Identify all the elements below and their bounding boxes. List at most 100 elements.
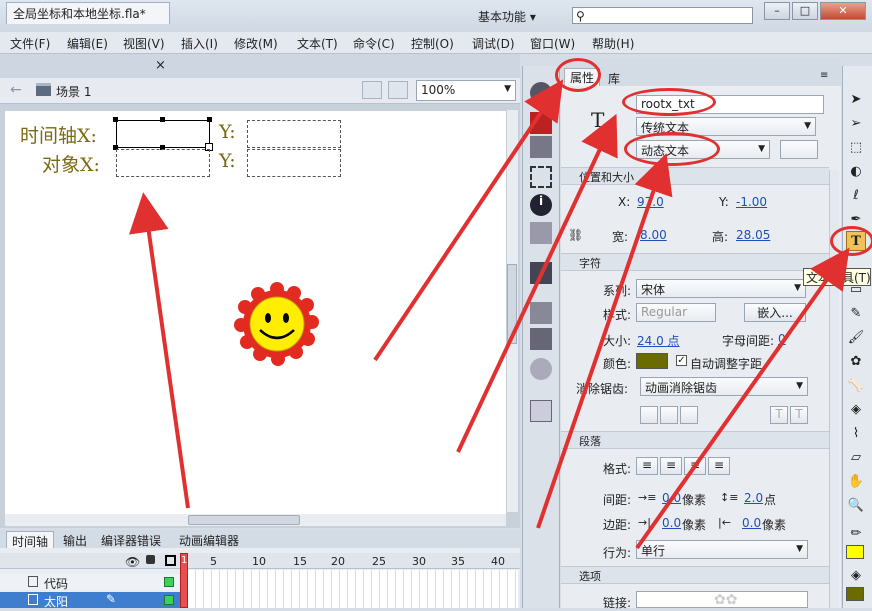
section-options[interactable]: 选项 (561, 566, 829, 584)
indent-value[interactable]: 0.0 (662, 491, 681, 505)
html-render-icon[interactable] (660, 406, 678, 424)
motion-presets-icon[interactable] (530, 358, 552, 380)
rooty-textfield[interactable] (247, 120, 341, 148)
layer-color-swatch[interactable] (164, 595, 174, 605)
border-icon[interactable] (680, 406, 698, 424)
scene-panel-icon[interactable] (530, 400, 552, 422)
font-family-select[interactable]: 宋体 ▼ (636, 279, 806, 298)
deco-tool-icon[interactable]: ✿ (846, 352, 866, 372)
lock-icon[interactable] (146, 555, 155, 564)
actions-icon[interactable] (530, 262, 552, 284)
subscript-icon[interactable]: T (790, 406, 808, 424)
orientation-select[interactable] (780, 140, 818, 159)
brush-tool-icon[interactable]: 🖌 (846, 328, 866, 348)
layer-color-swatch[interactable] (164, 577, 174, 587)
outline-icon[interactable] (165, 555, 176, 566)
menu-modify[interactable]: 修改(M) (234, 35, 278, 52)
maximize-button[interactable]: □ (792, 2, 818, 20)
edit-scene-icon[interactable] (362, 81, 382, 99)
tab-motion-editor[interactable]: 动画编辑器 (174, 531, 244, 548)
menu-commands[interactable]: 命令(C) (353, 35, 395, 52)
panel-menu-icon[interactable]: ≡ (820, 70, 828, 81)
section-character[interactable]: 字符 (561, 253, 829, 271)
section-position-size[interactable]: 位置和大小 (561, 167, 829, 185)
line-spacing-value[interactable]: 2.0 (744, 491, 763, 505)
letter-spacing-value[interactable]: 0 (778, 332, 786, 346)
height-value[interactable]: 28.05 (736, 228, 770, 242)
code-snippets-icon[interactable] (530, 302, 552, 324)
layer-name-sun[interactable]: 太阳 (44, 593, 68, 610)
menu-text[interactable]: 文本(T) (297, 35, 338, 52)
font-size-value[interactable]: 24.0 点 (637, 332, 680, 349)
layer-row[interactable] (0, 574, 180, 590)
bone-tool-icon[interactable]: 🦴 (846, 376, 866, 396)
menu-edit[interactable]: 编辑(E) (67, 35, 108, 52)
search-input[interactable]: ⚲ (572, 7, 753, 24)
justify-icon[interactable]: ≡ (708, 457, 730, 475)
selection-handle[interactable] (160, 117, 165, 122)
section-paragraph[interactable]: 段落 (561, 431, 829, 449)
stroke-color-swatch[interactable] (846, 545, 864, 559)
pencil-tool-icon[interactable]: ✎ (846, 304, 866, 324)
align-left-icon[interactable]: ≡ (636, 457, 658, 475)
align-right-icon[interactable]: ≡ (684, 457, 706, 475)
transform-icon[interactable] (530, 166, 552, 188)
eye-icon[interactable]: 👁 (125, 555, 140, 569)
swatches-icon[interactable] (530, 112, 552, 134)
align-icon[interactable] (530, 136, 552, 158)
horizontal-scroll-thumb[interactable] (188, 515, 300, 525)
tab-compiler-errors[interactable]: 编译器错误 (96, 531, 166, 548)
selection-handle[interactable] (207, 117, 212, 122)
zoom-tool-icon[interactable]: 🔍 (846, 496, 866, 516)
subselection-tool-icon[interactable]: ➢ (846, 114, 866, 134)
layer-row-selected[interactable] (0, 592, 180, 608)
vertical-scroll-thumb[interactable] (507, 264, 517, 344)
workspace-switcher[interactable]: 基本功能 ▾ (478, 8, 536, 25)
frame-grid[interactable] (188, 570, 518, 608)
history-icon[interactable] (530, 222, 552, 244)
eraser-tool-icon[interactable]: ▱ (846, 448, 866, 468)
width-value[interactable]: 8.00 (640, 228, 667, 242)
zoom-select[interactable]: 100% ▼ (416, 80, 516, 101)
autokern-checkbox[interactable]: ✓ (676, 355, 687, 366)
anti-alias-select[interactable]: 动画消除锯齿 ▼ (640, 377, 808, 396)
stroke-color-icon[interactable]: ✏ (846, 524, 866, 544)
edit-symbol-icon[interactable] (388, 81, 408, 99)
rootx-textfield-selected[interactable] (116, 120, 210, 148)
menu-view[interactable]: 视图(V) (123, 35, 165, 52)
paint-bucket-tool-icon[interactable]: ◈ (846, 400, 866, 420)
layer-name-code[interactable]: 代码 (44, 575, 68, 592)
menu-file[interactable]: 文件(F) (10, 35, 50, 52)
color-panel-icon[interactable] (530, 82, 552, 104)
3d-rotation-tool-icon[interactable]: ◐ (846, 162, 866, 182)
x-value[interactable]: 97.0 (637, 195, 664, 209)
behavior-select[interactable]: 单行 ▼ (636, 540, 808, 559)
lasso-tool-icon[interactable]: ℓ (846, 186, 866, 206)
fill-color-icon[interactable]: ◈ (846, 566, 866, 586)
close-tab-icon[interactable]: × (155, 58, 166, 73)
y-value[interactable]: -1.00 (736, 195, 767, 209)
tab-output[interactable]: 输出 (58, 531, 92, 548)
selection-handle[interactable] (113, 117, 118, 122)
minimize-button[interactable]: – (764, 2, 790, 20)
margin-left-value[interactable]: 0.0 (662, 516, 681, 530)
sun-graphic[interactable] (232, 280, 322, 370)
align-center-icon[interactable]: ≡ (660, 457, 682, 475)
margin-right-value[interactable]: 0.0 (742, 516, 761, 530)
components-icon[interactable] (530, 328, 552, 350)
text-color-swatch[interactable] (636, 353, 668, 369)
back-arrow-icon[interactable]: ← (10, 82, 22, 98)
font-style-select[interactable]: Regular (636, 303, 716, 322)
tab-library[interactable]: 库 (608, 70, 620, 87)
link-chain-icon[interactable]: ⛓ (568, 228, 583, 242)
hand-tool-icon[interactable]: ✋ (846, 472, 866, 492)
selection-tool-icon[interactable]: ➤ (846, 90, 866, 110)
menu-insert[interactable]: 插入(I) (181, 35, 218, 52)
objx-textfield[interactable] (116, 149, 210, 177)
info-icon[interactable]: i (530, 194, 552, 216)
superscript-icon[interactable]: T (770, 406, 788, 424)
eyedropper-tool-icon[interactable]: ⌇ (846, 424, 866, 444)
document-tab[interactable]: 全局坐标和本地坐标.fla* (6, 2, 170, 24)
menu-window[interactable]: 窗口(W) (530, 35, 575, 52)
menu-debug[interactable]: 调试(D) (472, 35, 515, 52)
